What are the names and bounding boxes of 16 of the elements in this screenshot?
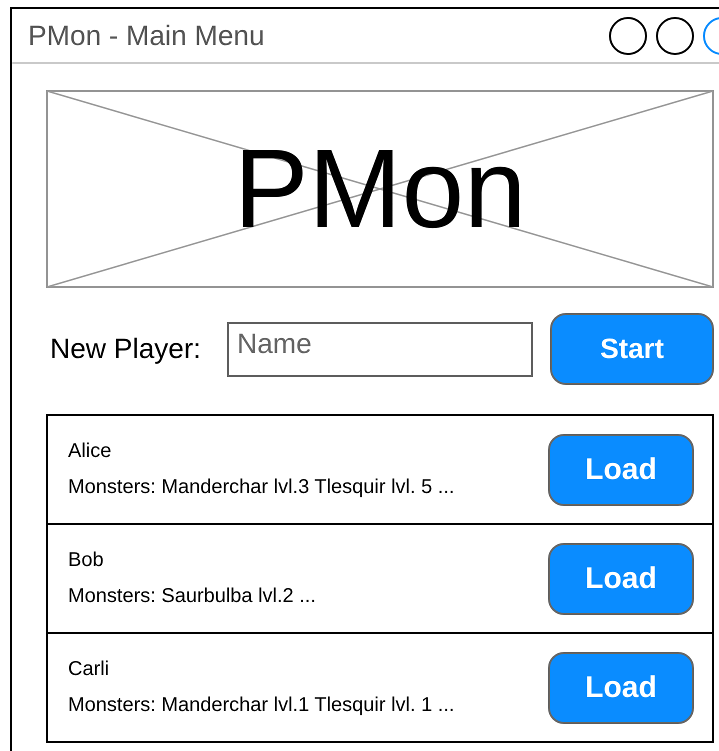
load-button[interactable]: Load xyxy=(548,434,694,506)
new-player-label: New Player: xyxy=(50,333,202,365)
player-name: Alice xyxy=(68,440,112,463)
name-input-field[interactable]: Name xyxy=(227,322,533,376)
window-control-icon[interactable] xyxy=(656,16,694,54)
start-button[interactable]: Start xyxy=(550,313,714,385)
player-name: Carli xyxy=(68,658,110,681)
player-name: Bob xyxy=(68,549,105,572)
load-button[interactable]: Load xyxy=(548,652,694,724)
monster-list-text: Monsters: Manderchar lvl.3 Tlesquir lvl. 5 ... xyxy=(68,476,454,499)
logo-text: PMon xyxy=(234,133,526,245)
window-title: PMon - Main Menu xyxy=(28,20,265,52)
load-button[interactable]: Load xyxy=(548,542,694,614)
monster-list-text: Monsters: Saurbulba lvl.2 ... xyxy=(68,585,316,608)
monster-list-text: Monsters: Manderchar lvl.1 Tlesquir lvl. 1 ... xyxy=(68,694,454,717)
window-control-icon[interactable] xyxy=(609,16,647,54)
